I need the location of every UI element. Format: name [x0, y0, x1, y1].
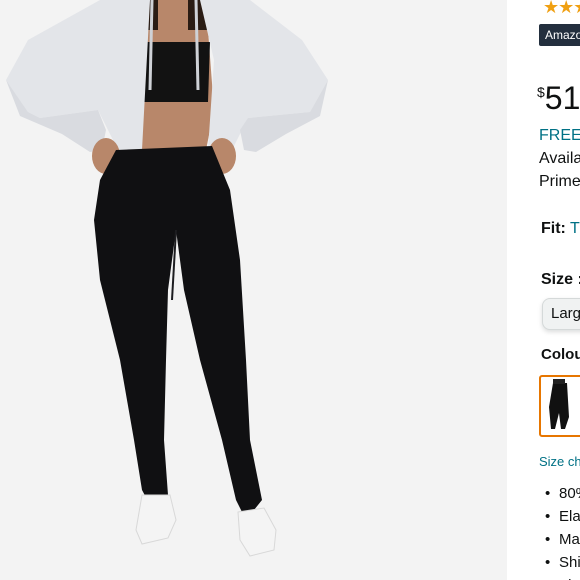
- price: $51: [537, 80, 580, 116]
- size-label: Size :: [541, 271, 580, 288]
- fit-value-link[interactable]: True to size: [570, 220, 580, 237]
- swatch-thumbnail: [549, 379, 569, 429]
- list-item: Elastic: [545, 505, 580, 528]
- size-chart-link[interactable]: Size chart: [539, 454, 580, 469]
- feature-bullets: 80% Elastic Ma Shi Fl: [545, 482, 580, 580]
- size-selected-value: Large: [551, 305, 580, 322]
- price-whole: 51: [544, 80, 580, 116]
- list-item: 80%: [545, 482, 580, 505]
- prime-text: Prime: [539, 173, 580, 190]
- availability-text: Available: [539, 150, 580, 167]
- product-details-panel: ★★★ Amazon's Choice $51 FREE Available P…: [507, 0, 580, 580]
- price-currency-symbol: $: [537, 84, 545, 100]
- star-rating[interactable]: ★★★: [543, 0, 580, 18]
- model-photo: [0, 0, 507, 580]
- free-delivery-link[interactable]: FREE: [539, 127, 580, 145]
- amazons-choice-badge[interactable]: Amazon's Choice: [539, 24, 580, 46]
- list-item: Shi: [545, 551, 580, 574]
- colour-label: Colour: [541, 346, 580, 363]
- size-dropdown[interactable]: Large: [542, 298, 580, 330]
- colour-swatch-black[interactable]: [539, 375, 580, 437]
- product-image[interactable]: [0, 0, 507, 580]
- list-item: Fl: [545, 574, 580, 580]
- fit-label: Fit:: [541, 220, 566, 237]
- fit-info: Fit: True to size: [541, 220, 580, 238]
- list-item: Ma: [545, 528, 580, 551]
